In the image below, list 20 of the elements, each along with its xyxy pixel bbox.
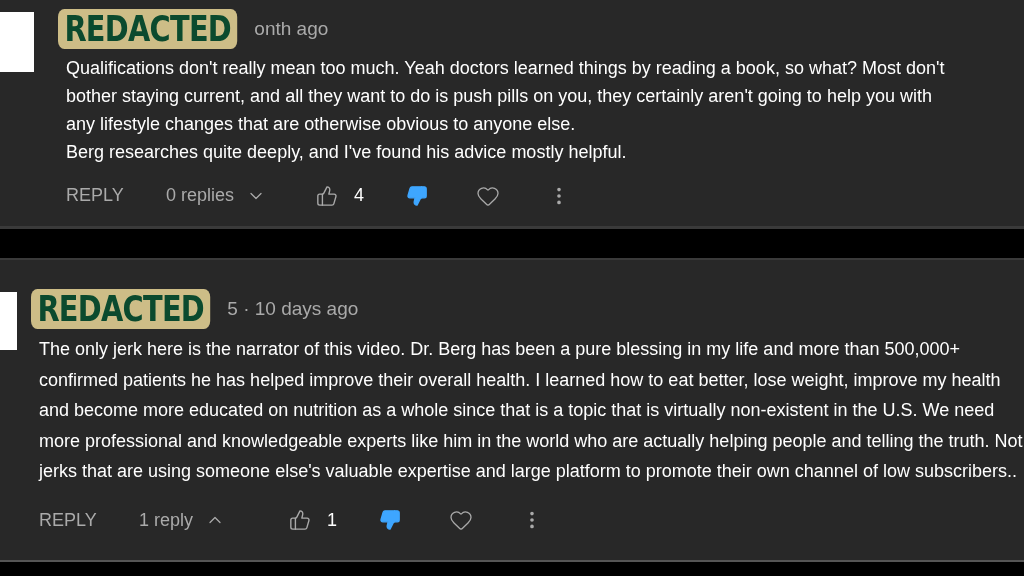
replies-toggle[interactable]: 1 reply [139,506,289,534]
reply-button[interactable]: REPLY [39,506,139,534]
avatar [0,12,34,72]
comment-text: Berg researches quite deeply, and I've found his advice mostly helpful. [66,141,628,164]
like-button[interactable]: 4 [316,182,406,209]
redaction-label: REDACTED [58,9,238,49]
thumbs-up-icon [289,509,311,531]
comment-time: 5 · 10 days ago [227,296,359,321]
reply-button[interactable]: REPLY [66,182,166,209]
thumbs-down-icon [406,184,428,207]
replies-toggle[interactable]: 0 replies [166,182,316,209]
redaction-label: REDACTED [31,289,211,329]
thumbs-up-icon [316,184,338,207]
comment-time: onth ago [254,16,329,41]
like-button[interactable]: 1 [289,506,379,534]
avatar [0,292,17,350]
comment-text: Qualifications don't really mean too much. Yeah doctors learned things by reading a book, so what? Most don't bother staying current, and all they want to do is push pills on you, they certainly aren't going to help you with any lifestyle changes that are otherwise obvious to anyone else. [66,57,946,136]
comment-text: The only jerk here is the narrator of this video. Dr. Berg has been a pure blessing in my life and more than 500,000+ confirmed patients he has helped improve their overall health. I learned how to eat better, lose weight, improve my health and become more educated on nutrition as a whole since that is a topic that is virtually non-existent in the U.S. We need more professional and knowledgeable experts like him in the world who are actually helping people and telling the truth. Not jerks that are using someone else's valuable expertise and large platform to promote their own channel of low subscribers.. [39,338,1024,483]
heart-icon [449,508,473,532]
thumbs-down-icon [379,509,401,531]
